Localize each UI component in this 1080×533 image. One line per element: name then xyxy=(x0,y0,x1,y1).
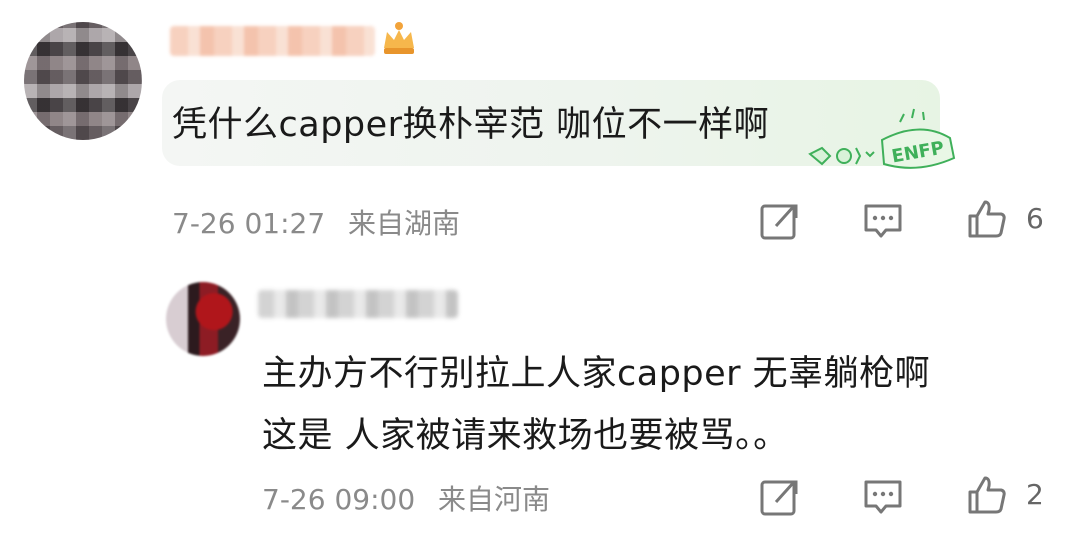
share-icon[interactable] xyxy=(758,200,800,242)
reply-like-count: 2 xyxy=(1026,478,1044,511)
reply-meta: 7-26 09:00 来自河南 xyxy=(262,478,550,518)
enfp-badge: ENFP xyxy=(808,108,956,169)
like-icon[interactable] xyxy=(966,474,1008,516)
reply-time: 7-26 09:00 xyxy=(262,483,416,516)
reply-location: 来自河南 xyxy=(438,483,551,516)
comment-meta: 7-26 01:27 来自湖南 xyxy=(172,202,460,242)
reply-username-blurred[interactable] xyxy=(258,290,458,318)
commenter-username-blurred[interactable] xyxy=(170,26,375,56)
like-icon[interactable] xyxy=(966,198,1008,240)
comment-time: 7-26 01:27 xyxy=(172,207,326,240)
reply-text-line1: 主办方不行别拉上人家capper 无辜躺枪啊 xyxy=(262,354,931,394)
comment-icon[interactable] xyxy=(862,476,904,518)
comment-text: 凭什么capper换朴宰范 咖位不一样啊 xyxy=(172,105,770,145)
reply-text-line2: 这是 人家被请来救场也要被骂。。 xyxy=(262,416,789,456)
like-count: 6 xyxy=(1026,202,1044,235)
reply-avatar[interactable] xyxy=(166,282,240,356)
comment-location: 来自湖南 xyxy=(348,207,461,240)
comment-icon[interactable] xyxy=(862,200,904,242)
commenter-avatar[interactable] xyxy=(24,22,142,140)
share-icon[interactable] xyxy=(758,476,800,518)
crown-icon xyxy=(384,22,414,54)
